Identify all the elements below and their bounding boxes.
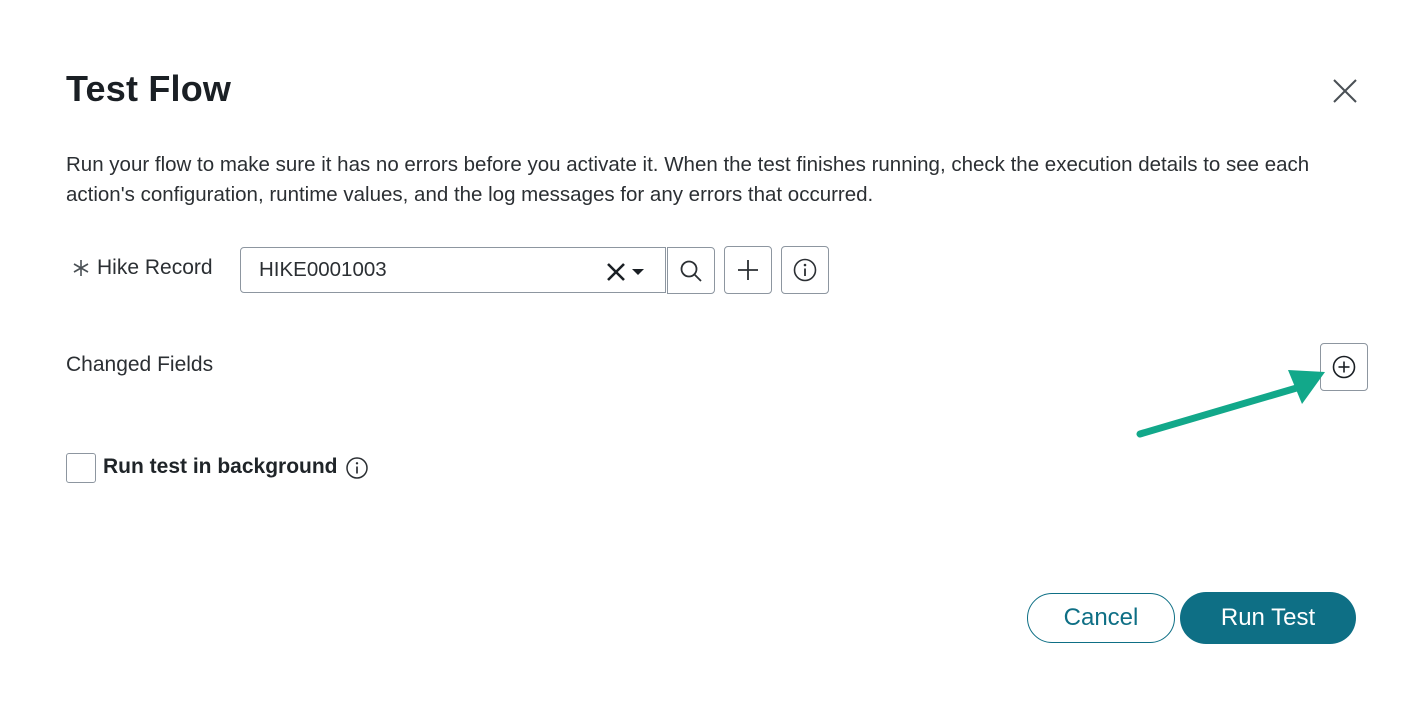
run-in-background-checkbox[interactable] — [66, 453, 96, 483]
record-info-button[interactable] — [781, 246, 829, 294]
cancel-button[interactable]: Cancel — [1027, 593, 1175, 643]
info-icon — [793, 258, 817, 282]
dialog-description: Run your flow to make sure it has no err… — [66, 153, 1310, 206]
changed-fields-label: Changed Fields — [66, 353, 214, 376]
hike-record-input[interactable]: HIKE0001003 — [240, 247, 666, 293]
dialog-title: Test Flow — [66, 68, 232, 109]
search-icon — [680, 260, 702, 282]
annotation-arrow — [1136, 370, 1325, 438]
hike-record-label-text: Hike Record — [97, 256, 213, 279]
test-flow-dialog: Test Flow Run your flow to make sure it … — [0, 0, 1412, 704]
asterisk-icon — [73, 260, 89, 276]
run-in-background-text: Run test in background — [103, 455, 338, 478]
plus-icon — [738, 260, 758, 280]
info-icon[interactable] — [345, 456, 369, 480]
hike-record-label: Hike Record — [72, 256, 213, 280]
run-test-button[interactable]: Run Test — [1180, 592, 1356, 644]
run-in-background-label: Run test in background — [103, 454, 369, 480]
new-record-button[interactable] — [724, 246, 772, 294]
caret-down-icon[interactable] — [631, 267, 645, 277]
lookup-search-button[interactable] — [667, 247, 715, 294]
clear-icon[interactable] — [605, 261, 627, 283]
close-button[interactable] — [1326, 73, 1362, 109]
plus-circle-icon — [1332, 355, 1356, 379]
close-icon — [1333, 79, 1357, 103]
